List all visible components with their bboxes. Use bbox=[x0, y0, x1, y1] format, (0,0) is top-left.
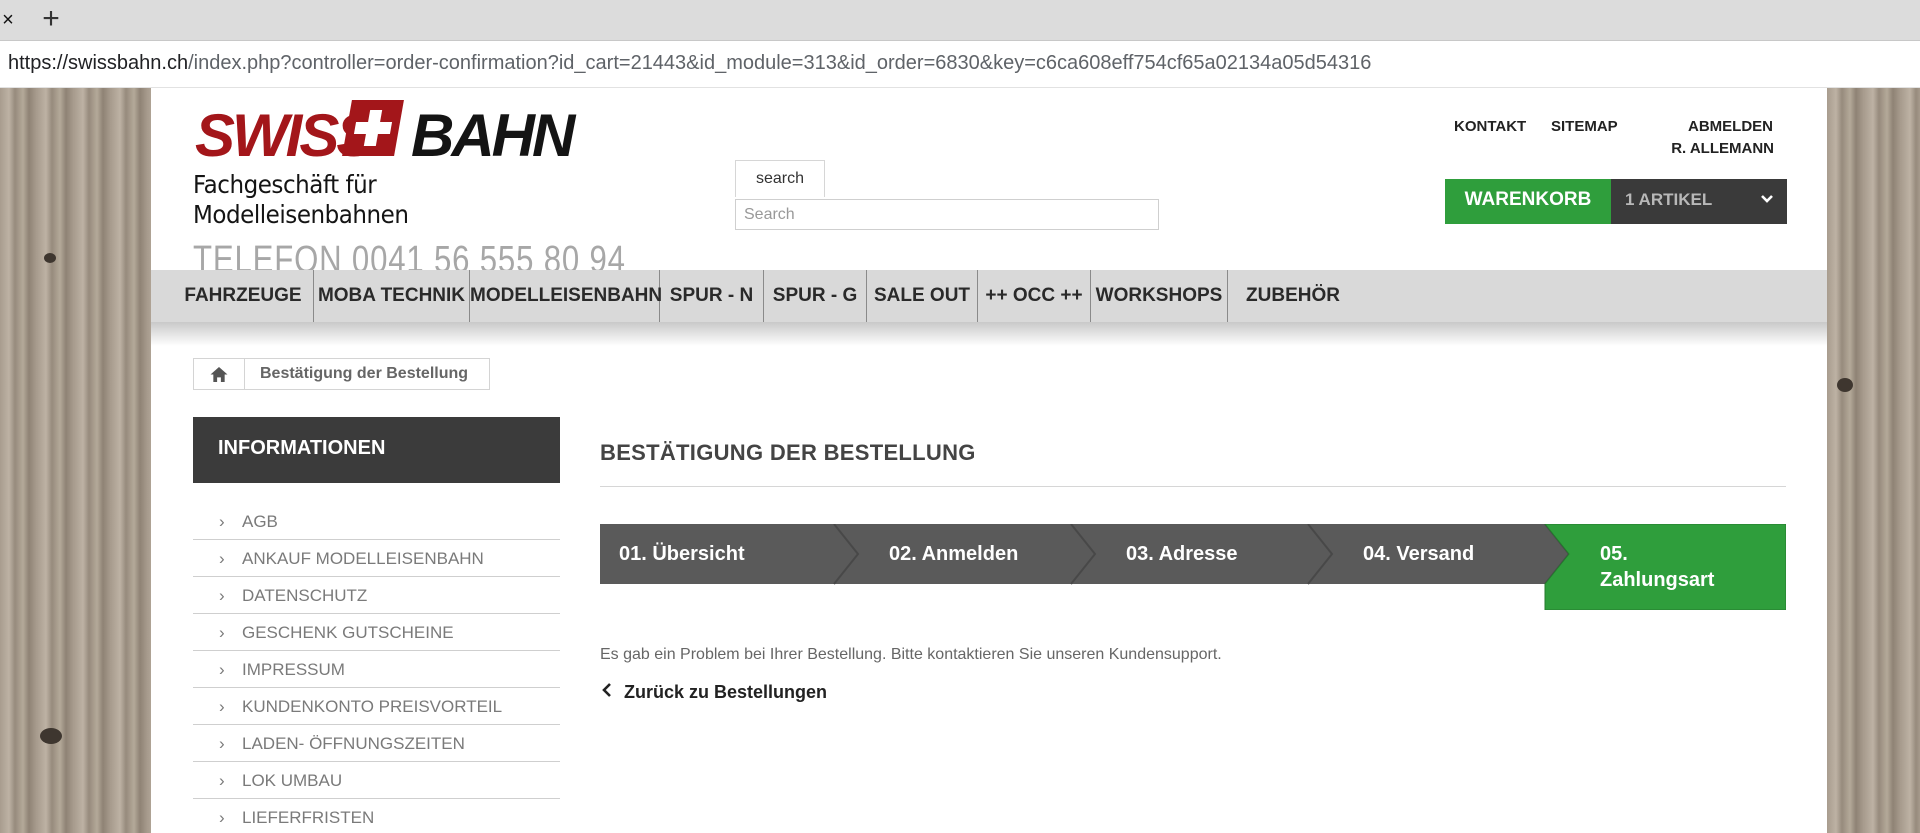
chevron-right-icon: › bbox=[219, 734, 225, 753]
sidebar-item-lieferfristen[interactable]: › LIEFERFRISTEN bbox=[193, 799, 560, 833]
sidebar-item-label: GESCHENK GUTSCHEINE bbox=[242, 623, 454, 642]
chevron-left-icon bbox=[602, 683, 611, 697]
wood-knot bbox=[40, 728, 62, 744]
sidebar-item-impressum[interactable]: › IMPRESSUM bbox=[193, 651, 560, 688]
chevron-right-icon: › bbox=[219, 586, 225, 605]
search-button[interactable]: search bbox=[735, 160, 825, 197]
order-error-message: Es gab ein Problem bei Ihrer Bestellung.… bbox=[600, 646, 1222, 663]
step-versand[interactable]: 04. Versand bbox=[1363, 541, 1474, 567]
sidebar-item-agb[interactable]: › AGB bbox=[193, 503, 560, 540]
cart-count-text: 1 ARTIKEL bbox=[1625, 190, 1713, 209]
step-anmelden[interactable]: 02. Anmelden bbox=[889, 541, 1018, 567]
cart-button[interactable]: WARENKORB bbox=[1445, 179, 1611, 224]
sidebar-item-label: AGB bbox=[242, 512, 278, 531]
nav-item-spur-g[interactable]: SPUR - G bbox=[764, 270, 867, 322]
sidebar-item-kundenkonto[interactable]: › KUNDENKONTO PREISVORTEIL bbox=[193, 688, 560, 725]
sitemap-link[interactable]: SITEMAP bbox=[1551, 118, 1618, 135]
breadcrumb-current: Bestätigung der Bestellung bbox=[260, 365, 469, 382]
back-to-orders-link[interactable]: Zurück zu Bestellungen bbox=[600, 682, 827, 703]
nav-item-moba-technik[interactable]: MOBA TECHNIK bbox=[314, 270, 470, 322]
wood-knot bbox=[44, 253, 56, 263]
sidebar-item-label: KUNDENKONTO PREISVORTEIL bbox=[242, 697, 503, 716]
kontakt-link[interactable]: KONTAKT bbox=[1454, 118, 1526, 135]
chevron-right-icon: › bbox=[219, 697, 225, 716]
url-host: https://swissbahn.ch bbox=[8, 52, 189, 74]
nav-shadow bbox=[151, 322, 1827, 346]
sidebar-item-gutscheine[interactable]: › GESCHENK GUTSCHEINE bbox=[193, 614, 560, 651]
checkout-steps: 01. Übersicht 02. Anmelden 03. Adresse 0… bbox=[600, 524, 1786, 610]
user-name[interactable]: R. ALLEMANN bbox=[1666, 140, 1774, 157]
sidebar-item-lok-umbau[interactable]: › LOK UMBAU bbox=[193, 762, 560, 799]
breadcrumb: Bestätigung der Bestellung bbox=[193, 358, 490, 390]
chevron-right-icon: › bbox=[219, 808, 225, 827]
wood-background-right bbox=[1827, 88, 1920, 833]
chevron-right-icon: › bbox=[219, 512, 225, 531]
page-container: SWISS BAHN Fachgeschäft für Modelleisenb… bbox=[151, 88, 1827, 833]
sidebar-item-label: LIEFERFRISTEN bbox=[242, 808, 375, 827]
nav-item-fahrzeuge[interactable]: FAHRZEUGE bbox=[173, 270, 314, 322]
sidebar-item-datenschutz[interactable]: › DATENSCHUTZ bbox=[193, 577, 560, 614]
chevron-right-icon: › bbox=[219, 549, 225, 568]
sidebar-title: INFORMATIONEN bbox=[193, 417, 560, 483]
new-tab-icon[interactable]: + bbox=[38, 4, 64, 34]
url-text[interactable]: https://swissbahn.ch/index.php?controlle… bbox=[8, 52, 1371, 75]
sidebar-item-label: LOK UMBAU bbox=[242, 771, 343, 790]
nav-item-occ[interactable]: ++ OCC ++ bbox=[978, 270, 1091, 322]
breadcrumb-home[interactable] bbox=[194, 359, 245, 389]
sidebar-item-label: DATENSCHUTZ bbox=[242, 586, 368, 605]
logout-link[interactable]: ABMELDEN bbox=[1688, 118, 1773, 135]
sidebar-item-label: LADEN- ÖFFNUNGSZEITEN bbox=[242, 734, 465, 753]
browser-tab-bar: × + bbox=[0, 0, 1920, 41]
chevron-down-icon bbox=[1761, 195, 1773, 203]
address-bar[interactable]: https://swissbahn.ch/index.php?controlle… bbox=[0, 41, 1920, 88]
chevron-right-icon: › bbox=[219, 623, 225, 642]
step-zahlungsart-number: 05. bbox=[1600, 543, 1628, 565]
sidebar-item-label: ANKAUF MODELLEISENBAHN bbox=[242, 549, 484, 568]
logo-subtitle: Fachgeschäft für Modelleisenbahnen bbox=[193, 170, 409, 229]
wood-knot bbox=[1837, 378, 1853, 392]
tab-close-icon[interactable]: × bbox=[0, 8, 16, 32]
site-logo[interactable]: SWISS BAHN Fachgeschäft für Modelleisenb… bbox=[193, 98, 625, 284]
sidebar-list: › AGB › ANKAUF MODELLEISENBAHN › DATENSCHUT… bbox=[193, 503, 560, 833]
title-divider bbox=[600, 486, 1786, 487]
url-path: /index.php?controller=order-confirmation… bbox=[188, 52, 1372, 74]
swiss-cross-icon bbox=[342, 100, 404, 156]
logo-bahn-text: BAHN bbox=[411, 102, 575, 169]
step-uebersicht[interactable]: 01. Übersicht bbox=[619, 541, 745, 567]
sidebar-item-oeffnungszeiten[interactable]: › LADEN- ÖFFNUNGSZEITEN bbox=[193, 725, 560, 762]
back-to-orders-label: Zurück zu Bestellungen bbox=[624, 682, 828, 702]
sidebar-item-ankauf[interactable]: › ANKAUF MODELLEISENBAHN bbox=[193, 540, 560, 577]
step-adresse[interactable]: 03. Adresse bbox=[1126, 541, 1238, 567]
cart-count-dropdown[interactable]: 1 ARTIKEL bbox=[1611, 179, 1787, 224]
page-title: BESTÄTIGUNG DER BESTELLUNG bbox=[600, 440, 976, 465]
nav-item-spur-n[interactable]: SPUR - N bbox=[660, 270, 764, 322]
nav-item-zubehoer[interactable]: ZUBEHÖR bbox=[1228, 270, 1358, 322]
step-zahlungsart-label: Zahlungsart bbox=[1600, 569, 1715, 591]
cart-widget[interactable]: WARENKORB 1 ARTIKEL bbox=[1445, 179, 1787, 224]
nav-item-sale-out[interactable]: SALE OUT bbox=[867, 270, 978, 322]
main-navigation: FAHRZEUGE MOBA TECHNIK MODELLEISENBAHN S… bbox=[151, 270, 1827, 322]
step-zahlungsart: 05. Zahlungsart bbox=[1600, 541, 1714, 593]
sidebar-item-label: IMPRESSUM bbox=[242, 660, 345, 679]
chevron-right-icon: › bbox=[219, 660, 225, 679]
chevron-right-icon: › bbox=[219, 771, 225, 790]
wood-background-left bbox=[0, 88, 151, 833]
home-icon bbox=[210, 366, 228, 383]
search-input[interactable] bbox=[735, 199, 1159, 230]
nav-item-modelleisenbahn[interactable]: MODELLEISENBAHN bbox=[470, 270, 662, 322]
nav-item-workshops[interactable]: WORKSHOPS bbox=[1091, 270, 1228, 322]
